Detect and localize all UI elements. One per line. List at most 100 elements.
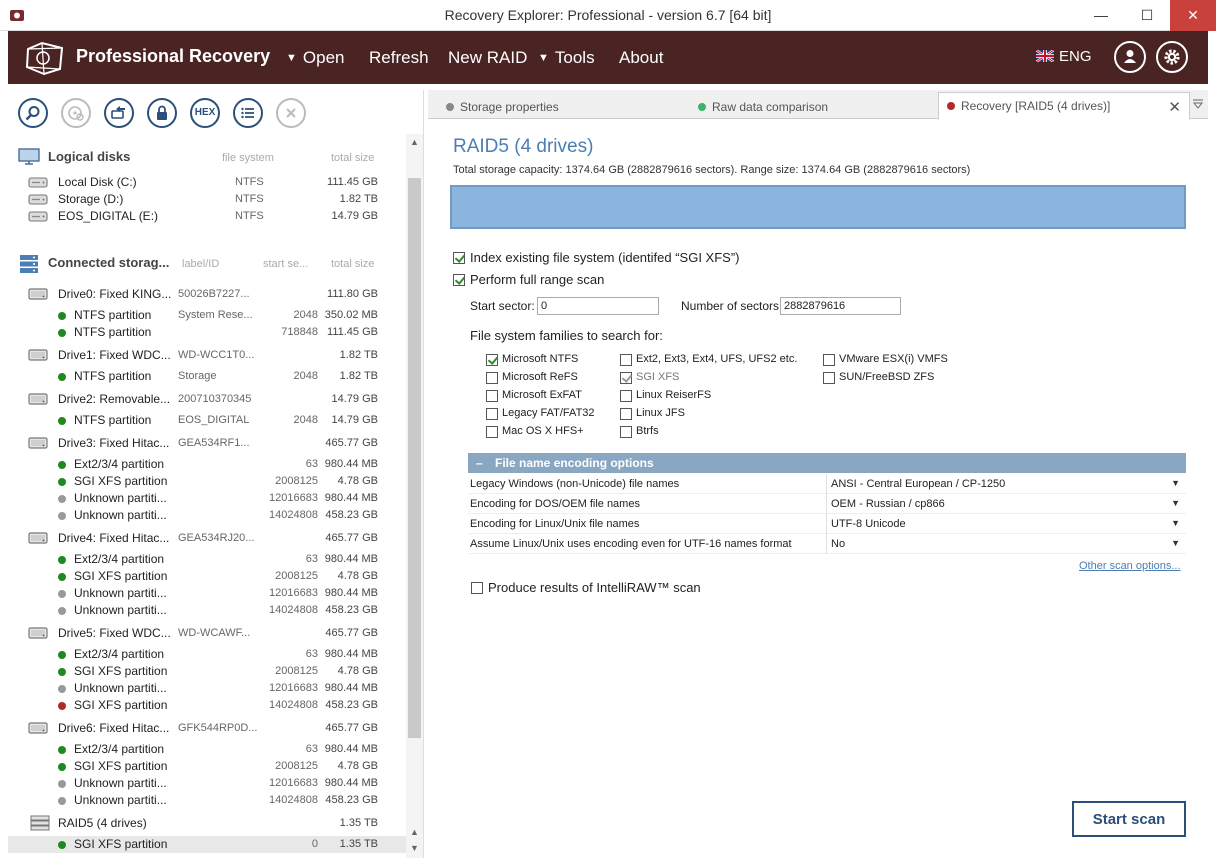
drive-row[interactable]: Drive0: Fixed KING... 50026B7227... 111.80…	[8, 285, 408, 305]
fs-family-checkbox[interactable]	[486, 426, 498, 438]
logical-disk-row[interactable]: Storage (D:) NTFS 1.82 TB	[8, 191, 408, 208]
tab-raw-data-comparison[interactable]: Raw data comparison	[692, 94, 932, 119]
storage-total-size: 111.80 GB	[327, 288, 378, 300]
partition-row[interactable]: Unknown partiti... 14024808 458.23 GB	[8, 792, 408, 809]
fs-family-checkbox[interactable]	[486, 354, 498, 366]
partition-row[interactable]: SGI XFS partition 14024808 458.23 GB	[8, 697, 408, 714]
partition-row[interactable]: Unknown partiti... 14024808 458.23 GB	[8, 507, 408, 524]
tab-list-dropdown-icon[interactable]	[1192, 98, 1204, 110]
scroll-thumb[interactable]	[408, 178, 421, 738]
menu-tools[interactable]: ▼ Tools	[538, 48, 595, 68]
scroll-up-icon[interactable]: ▲	[406, 824, 423, 840]
index-existing-checkbox[interactable]	[453, 252, 465, 264]
search-button[interactable]	[18, 98, 48, 128]
storage-range-map[interactable]	[450, 185, 1186, 229]
start-sector-input[interactable]	[537, 297, 659, 315]
scroll-down-icon[interactable]: ▼	[406, 840, 423, 856]
fs-family-checkbox[interactable]	[620, 408, 632, 420]
partition-name: Unknown partiti...	[74, 776, 167, 790]
fs-family-checkbox[interactable]	[823, 354, 835, 366]
cancel-button[interactable]	[276, 98, 306, 128]
drive-row[interactable]: Drive5: Fixed WDC... WD-WCAWF... 465.77 GB	[8, 624, 408, 644]
image-button[interactable]	[104, 98, 134, 128]
other-scan-options-link[interactable]: Other scan options...	[1079, 560, 1181, 572]
menu-open[interactable]: ▼ Open	[286, 48, 344, 68]
encoding-option-select[interactable]: ANSI - Central European / CP-1250 ▼	[826, 474, 1186, 494]
partition-row[interactable]: Unknown partiti... 14024808 458.23 GB	[8, 602, 408, 619]
intelliraw-checkbox[interactable]	[471, 582, 483, 594]
full-range-checkbox[interactable]	[453, 274, 465, 286]
menu-about[interactable]: About	[619, 48, 663, 68]
encoding-option-select[interactable]: UTF-8 Unicode ▼	[826, 514, 1186, 534]
fs-family-checkbox[interactable]	[620, 426, 632, 438]
drive-row[interactable]: Drive2: Removable... 200710370345 14.79 GB	[8, 390, 408, 410]
fs-family-label: VMware ESX(i) VMFS	[839, 353, 948, 365]
drive-row[interactable]: Drive4: Fixed Hitac... GEA534RJ20... 465.7…	[8, 529, 408, 549]
partition-row[interactable]: SGI XFS partition 2008125 4.78 GB	[8, 473, 408, 490]
partition-row[interactable]: Ext2/3/4 partition 63 980.44 MB	[8, 551, 408, 568]
partition-row[interactable]: SGI XFS partition 2008125 4.78 GB	[8, 568, 408, 585]
disk-scan-button[interactable]	[61, 98, 91, 128]
settings-button[interactable]	[1156, 41, 1188, 73]
partition-row[interactable]: Unknown partiti... 12016683 980.44 MB	[8, 775, 408, 792]
fs-family-checkbox[interactable]	[620, 372, 632, 384]
logical-disk-row[interactable]: EOS_DIGITAL (E:) NTFS 14.79 GB	[8, 208, 408, 225]
drive-name: Drive6: Fixed Hitac...	[58, 721, 170, 735]
partition-row[interactable]: Unknown partiti... 12016683 980.44 MB	[8, 585, 408, 602]
partition-row[interactable]: Unknown partiti... 12016683 980.44 MB	[8, 680, 408, 697]
partition-status-icon	[58, 746, 66, 754]
hard-drive-icon	[28, 393, 48, 405]
partition-row[interactable]: NTFS partition 718848 111.45 GB	[8, 324, 408, 341]
fs-family-checkbox[interactable]	[486, 408, 498, 420]
logical-disk-name: Storage (D:)	[58, 192, 124, 206]
partition-row[interactable]: Unknown partiti... 12016683 980.44 MB	[8, 490, 408, 507]
collapse-toggle-icon[interactable]: –	[476, 456, 483, 470]
maximize-button[interactable]: ☐	[1124, 0, 1170, 31]
partition-row[interactable]: Ext2/3/4 partition 63 980.44 MB	[8, 456, 408, 473]
raid-row[interactable]: RAID5 (4 drives) 1.35 TB	[8, 814, 408, 834]
partition-status-icon	[58, 478, 66, 486]
fs-family-checkbox[interactable]	[486, 372, 498, 384]
tab-recovery-raid5[interactable]: Recovery [RAID5 (4 drives)] ✕	[938, 92, 1190, 120]
partition-row[interactable]: NTFS partition EOS_DIGITAL 2048 14.79 GB	[8, 412, 408, 429]
menu-refresh[interactable]: Refresh	[369, 48, 429, 68]
intelliraw-label: Produce results of IntelliRAW™ scan	[488, 580, 701, 595]
partition-row[interactable]: NTFS partition System Rese... 2048 350.02 M…	[8, 307, 408, 324]
drive-row[interactable]: Drive6: Fixed Hitac... GFK544RP0D... 465.7…	[8, 719, 408, 739]
hard-drive-icon	[28, 627, 48, 639]
tab-strip: Storage properties Raw data comparison R…	[428, 90, 1208, 120]
partition-name: NTFS partition	[74, 413, 152, 427]
hex-button[interactable]: HEX	[190, 98, 220, 128]
fs-family-checkbox[interactable]	[823, 372, 835, 384]
partition-row[interactable]: Ext2/3/4 partition 63 980.44 MB	[8, 646, 408, 663]
fs-family-checkbox[interactable]	[620, 390, 632, 402]
start-scan-button[interactable]: Start scan	[1072, 801, 1186, 837]
partition-row[interactable]: SGI XFS partition 0 1.35 TB	[8, 836, 408, 853]
scroll-up-icon[interactable]: ▲	[406, 134, 423, 150]
partition-row[interactable]: Ext2/3/4 partition 63 980.44 MB	[8, 741, 408, 758]
encoding-options-header[interactable]: – File name encoding options	[468, 453, 1186, 473]
drive-row[interactable]: Drive1: Fixed WDC... WD-WCC1T0... 1.82 TB	[8, 346, 408, 366]
vertical-scrollbar[interactable]: ▲ ▲ ▼	[406, 134, 423, 858]
menu-new-raid[interactable]: New RAID	[448, 48, 527, 68]
num-sectors-input[interactable]	[780, 297, 901, 315]
encoding-option-select[interactable]: No ▼	[826, 534, 1186, 554]
tab-close-icon[interactable]: ✕	[1168, 98, 1181, 116]
partition-row[interactable]: NTFS partition Storage 2048 1.82 TB	[8, 368, 408, 385]
list-button[interactable]	[233, 98, 263, 128]
logical-disk-size: 1.82 TB	[339, 193, 378, 205]
lock-button[interactable]	[147, 98, 177, 128]
partition-row[interactable]: SGI XFS partition 2008125 4.78 GB	[8, 663, 408, 680]
partition-row[interactable]: SGI XFS partition 2008125 4.78 GB	[8, 758, 408, 775]
language-selector[interactable]: ENG	[1036, 48, 1092, 65]
minimize-button[interactable]: —	[1078, 0, 1124, 31]
close-button[interactable]: ✕	[1170, 0, 1216, 31]
account-button[interactable]	[1114, 41, 1146, 73]
storage-total-size: 465.77 GB	[325, 532, 378, 544]
encoding-option-select[interactable]: OEM - Russian / cp866 ▼	[826, 494, 1186, 514]
drive-row[interactable]: Drive3: Fixed Hitac... GEA534RF1... 465.77…	[8, 434, 408, 454]
fs-family-checkbox[interactable]	[486, 390, 498, 402]
fs-family-checkbox[interactable]	[620, 354, 632, 366]
logical-disk-row[interactable]: Local Disk (C:) NTFS 111.45 GB	[8, 174, 408, 191]
tab-storage-properties[interactable]: Storage properties	[440, 94, 680, 119]
